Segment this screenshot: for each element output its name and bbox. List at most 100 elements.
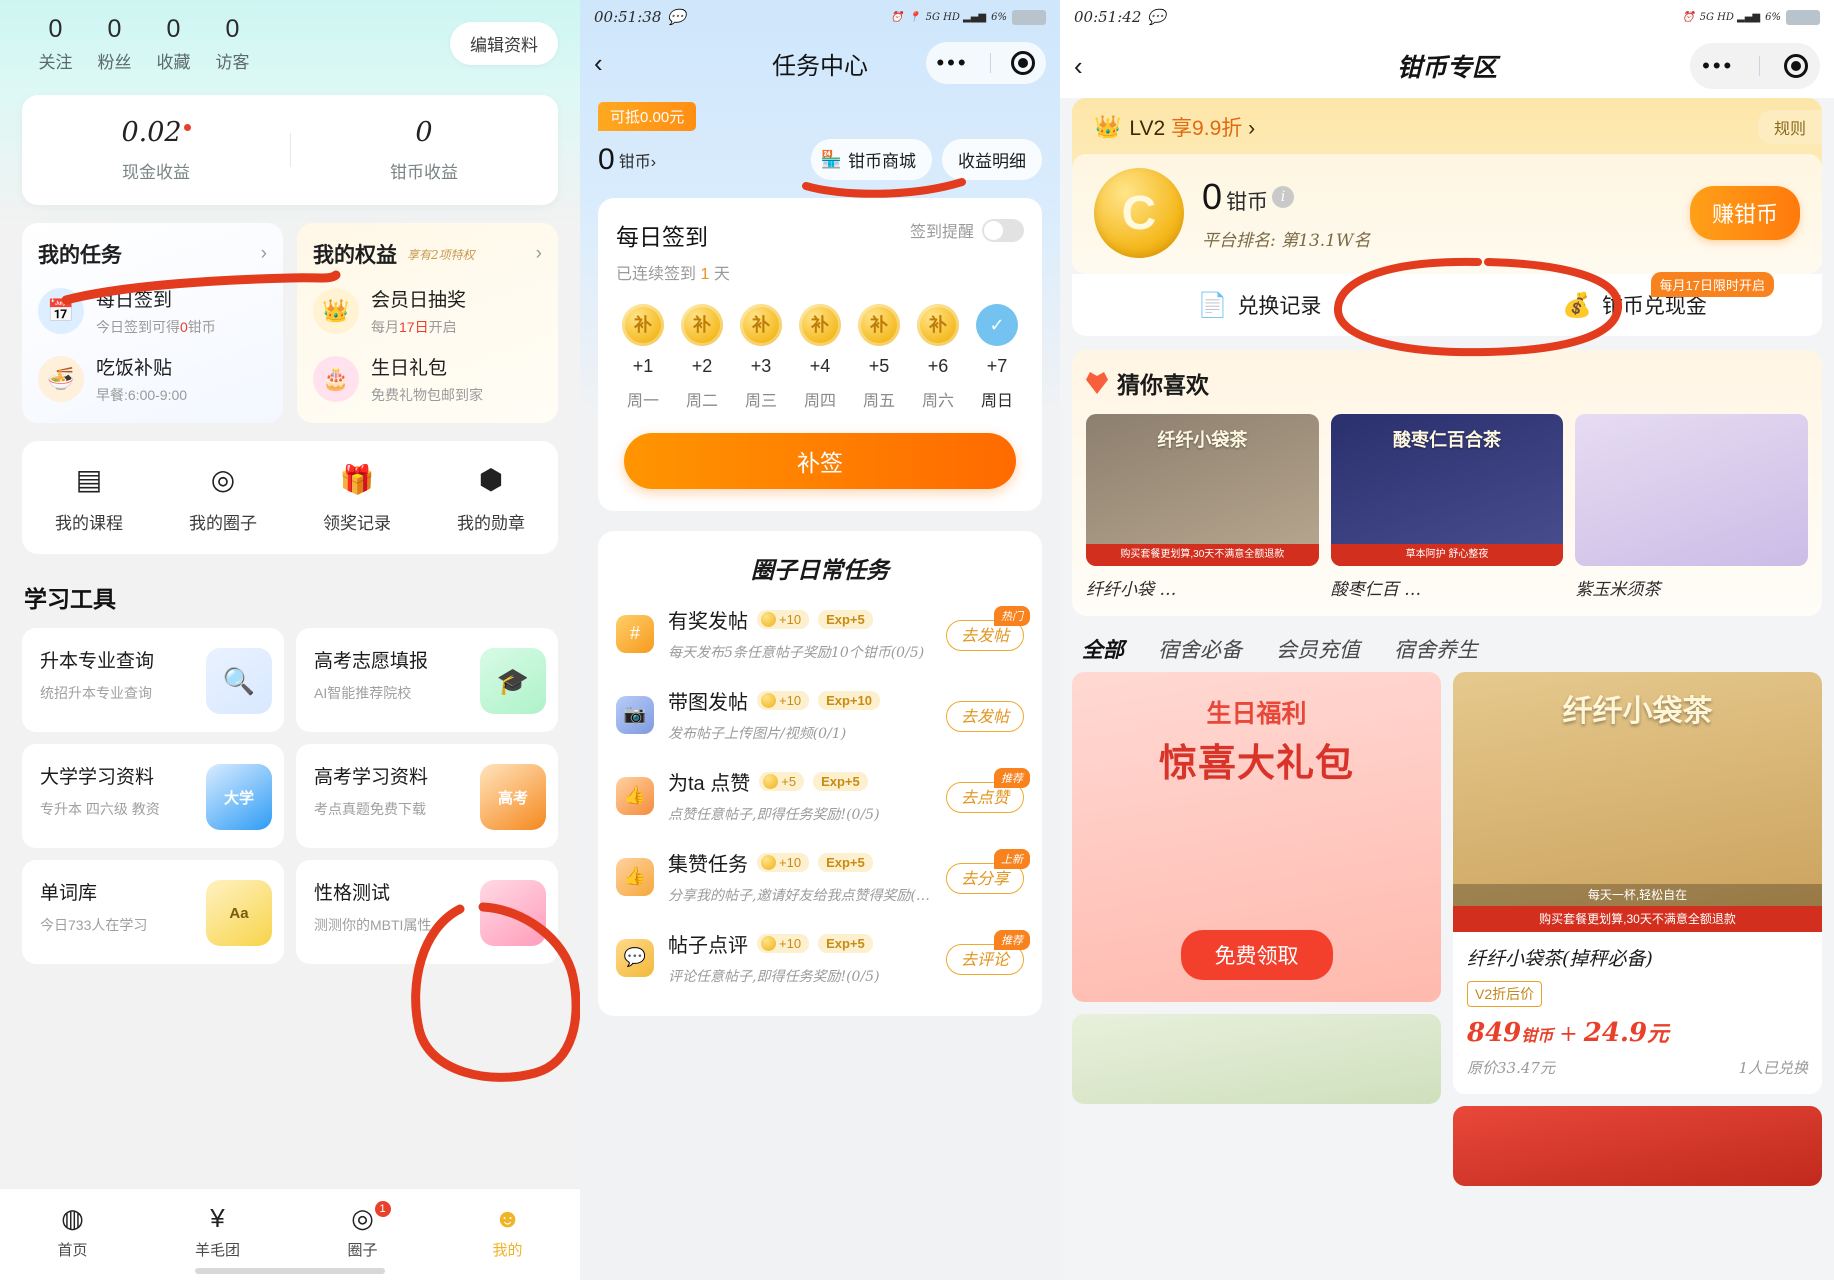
edit-profile-button[interactable]: 编辑资料	[450, 22, 558, 65]
coin-reward-chip: +10	[757, 691, 810, 710]
category-tab-dorm-wellness[interactable]: 宿舍养生	[1394, 634, 1478, 664]
signin-day[interactable]: 补 +4 周四	[793, 304, 847, 411]
coin-icon	[761, 612, 776, 627]
status-bar: 00:51:38 💬 ⏰ 📍 5G HD ▂▄▆ 6%	[580, 0, 1060, 34]
circle-daily-tasks-card: 圈子日常任务 # 有奖发帖 +10 Exp+5 每天发布5条任意帖子奖励10个钳…	[598, 531, 1042, 1016]
task-row[interactable]: 💬 帖子点评 +10 Exp+5 评论任意帖子,即得任务奖励!(0/5) 推荐 …	[616, 915, 1030, 996]
task-item-meal-subsidy[interactable]: 🍜 吃饭补贴 早餐:6:00-9:00	[38, 353, 267, 405]
chevron-right-icon[interactable]: ›	[261, 243, 267, 265]
document-icon: 📄	[1197, 291, 1228, 319]
status-icons: ⏰ 5G HD ▂▄▆ 6%	[1682, 9, 1820, 25]
quick-action-my-circles[interactable]: ◎ 我的圈子	[156, 463, 290, 534]
task-row[interactable]: 👍 集赞任务 +10 Exp+5 分享我的帖子,邀请好友给我点赞得奖励(0/5)…	[616, 834, 1030, 915]
stat-collections[interactable]: 0 收藏	[144, 14, 203, 73]
price-yuan-unit: 元	[1647, 1022, 1669, 1047]
chevron-right-icon[interactable]: ›	[536, 243, 542, 265]
tool-card-upgrade-major-search[interactable]: 升本专业查询 统招升本专业查询 🔍	[22, 628, 284, 732]
promo-small-title: 生日福利	[1206, 700, 1307, 728]
study-tools-grid: 升本专业查询 统招升本专业查询 🔍 高考志愿填报 AI智能推荐院校 🎓 大学学习…	[22, 628, 558, 964]
coin-to-cash-button[interactable]: 每月17日限时开启 💰 钳币兑现金	[1447, 272, 1822, 320]
product-card[interactable]: 纤纤小袋茶 购买套餐更划算,30天不满意全额退款 纤纤小袋 …	[1086, 414, 1319, 600]
close-target-icon[interactable]	[1783, 54, 1808, 78]
signin-reminder[interactable]: 签到提醒	[910, 218, 1024, 242]
stat-label: 粉丝	[97, 53, 132, 72]
signin-day-today[interactable]: ✓ +7 周日	[970, 304, 1024, 411]
signin-day[interactable]: 补 +3 周三	[734, 304, 788, 411]
tool-card-gaokao-materials[interactable]: 高考学习资料 考点真题免费下载 高考	[296, 744, 558, 848]
day-reward: +2	[691, 356, 713, 376]
back-icon[interactable]: ‹	[594, 48, 603, 79]
desc-prefix: 今日签到可得	[96, 319, 180, 335]
more-dots-icon[interactable]: •••	[1702, 55, 1734, 77]
my-benefits-card[interactable]: 我的权益 享有2项特权 › 👑 会员日抽奖 每月17日开启 🎂 生日礼包 免费礼…	[297, 223, 558, 423]
task-row[interactable]: 👍 为ta 点赞 +5 Exp+5 点赞任意帖子,即得任务奖励!(0/5) 推荐…	[616, 753, 1030, 834]
claim-free-button[interactable]: 免费领取	[1180, 930, 1333, 980]
product-card-partial[interactable]	[1072, 1014, 1441, 1104]
task-row[interactable]: 📷 带图发帖 +10 Exp+10 发布帖子上传图片/视频(0/1) 去发帖	[616, 672, 1024, 753]
stat-value: 0	[48, 15, 63, 43]
my-tasks-card[interactable]: 我的任务 › 📅 每日签到 今日签到可得0钳币 🍜 吃饭补贴 早餐:6:00-9…	[22, 223, 283, 423]
quick-action-my-badges[interactable]: ⬢ 我的勋章	[424, 463, 558, 534]
product-card-birthday-gift[interactable]: 生日福利 惊喜大礼包 免费领取	[1072, 672, 1441, 1002]
category-tab-all[interactable]: 全部	[1082, 634, 1124, 664]
earnings-card: 0.02 现金收益 0 钳币收益	[22, 95, 558, 205]
product-card[interactable]: 紫玉米须茶	[1575, 414, 1809, 600]
tab-wool-group[interactable]: ¥ 羊毛团	[145, 1203, 290, 1260]
signin-day[interactable]: 补 +1 周一	[616, 304, 670, 411]
earn-coin-button[interactable]: 赚钳币	[1689, 186, 1800, 240]
level-row[interactable]: 👑 LV2 享9.9折 › 规则	[1072, 110, 1822, 154]
location-icon: 📍	[908, 11, 921, 23]
close-target-icon[interactable]	[1011, 51, 1036, 75]
rule-button[interactable]: 规则	[1757, 110, 1822, 144]
product-card-tea[interactable]: 纤纤小袋茶 每天一杯,轻松自在 购买套餐更划算,30天不满意全额退款 纤纤小袋茶…	[1453, 672, 1822, 1094]
task-action-button[interactable]: 去发帖	[945, 700, 1024, 732]
exp-reward-chip: Exp+10	[818, 691, 880, 710]
task-action: 推荐 去点赞	[945, 767, 1030, 813]
coin-icon: 补	[740, 304, 782, 346]
tool-card-personality-test[interactable]: 性格测试 测测你的MBTI属性	[296, 860, 558, 964]
task-item-daily-signin[interactable]: 📅 每日签到 今日签到可得0钳币	[38, 285, 267, 337]
category-tab-dorm-essentials[interactable]: 宿舍必备	[1158, 634, 1242, 664]
earnings-detail-button[interactable]: 收益明细	[942, 139, 1042, 180]
product-banner-strip: 购买套餐更划算,30天不满意全额退款	[1086, 544, 1319, 566]
box-icon: 高考	[480, 764, 546, 830]
exchange-records-button[interactable]: 📄 兑换记录	[1072, 290, 1447, 320]
more-dots-icon[interactable]: •••	[936, 52, 968, 74]
reminder-toggle[interactable]	[982, 218, 1024, 242]
quick-action-prize-records[interactable]: 🎁 领奖记录	[290, 463, 424, 534]
category-tab-member-topup[interactable]: 会员充值	[1276, 634, 1360, 664]
tool-card-gaokao-application[interactable]: 高考志愿填报 AI智能推荐院校 🎓	[296, 628, 558, 732]
benefit-item-member-lottery[interactable]: 👑 会员日抽奖 每月17日开启	[313, 285, 542, 337]
day-reward: +5	[868, 356, 890, 376]
signin-day[interactable]: 补 +6 周六	[911, 304, 965, 411]
stat-following[interactable]: 0 关注	[26, 14, 85, 73]
signin-day[interactable]: 补 +2 周二	[675, 304, 729, 411]
task-row[interactable]: # 有奖发帖 +10 Exp+5 每天发布5条任意帖子奖励10个钳币(0/5) …	[616, 591, 1030, 672]
cash-label: 现金收益	[122, 163, 190, 182]
cash-earnings[interactable]: 0.02 现金收益	[22, 117, 290, 183]
coin-shop-button[interactable]: 🏪 钳币商城	[810, 139, 932, 180]
coin-unit[interactable]: 钳币›	[619, 148, 656, 172]
stat-visitors[interactable]: 0 访客	[203, 14, 262, 73]
task-info: 集赞任务 +10 Exp+5 分享我的帖子,邀请好友给我点赞得奖励(0/5)	[668, 848, 938, 905]
tab-home[interactable]: ◍ 首页	[0, 1203, 145, 1260]
book-icon: ▤	[75, 464, 103, 495]
tool-card-university-materials[interactable]: 大学学习资料 专升本 四六级 教资 大学	[22, 744, 284, 848]
signin-day[interactable]: 补 +5 周五	[852, 304, 906, 411]
info-icon[interactable]: i	[1272, 185, 1295, 208]
stat-fans[interactable]: 0 粉丝	[85, 14, 144, 73]
balance-inner: C 0 钳币 i 平台排名: 第13.1W名 赚钳币	[1072, 154, 1822, 274]
product-card[interactable]: 酸枣仁百合茶 草本阿护 舒心整夜 酸枣仁百 …	[1330, 414, 1564, 600]
tab-circles[interactable]: ◎ 1 圈子	[290, 1201, 435, 1260]
quick-action-my-courses[interactable]: ▤ 我的课程	[22, 463, 156, 534]
makeup-signin-button[interactable]: 补签	[624, 433, 1016, 489]
benefit-item-birthday-gift[interactable]: 🎂 生日礼包 免费礼物包邮到家	[313, 353, 542, 405]
calendar-check-icon: 📅	[38, 288, 84, 334]
tool-card-wordbank[interactable]: 单词库 今日733人在学习 Aa	[22, 860, 284, 964]
tab-mine[interactable]: ☻ 我的	[435, 1203, 580, 1260]
back-icon[interactable]: ‹	[1074, 51, 1083, 82]
stat-label: 收藏	[156, 53, 191, 72]
coin-earnings[interactable]: 0 钳币收益	[290, 117, 558, 183]
product-card-partial[interactable]	[1453, 1106, 1822, 1186]
desc-highlight: 17日	[399, 319, 429, 335]
